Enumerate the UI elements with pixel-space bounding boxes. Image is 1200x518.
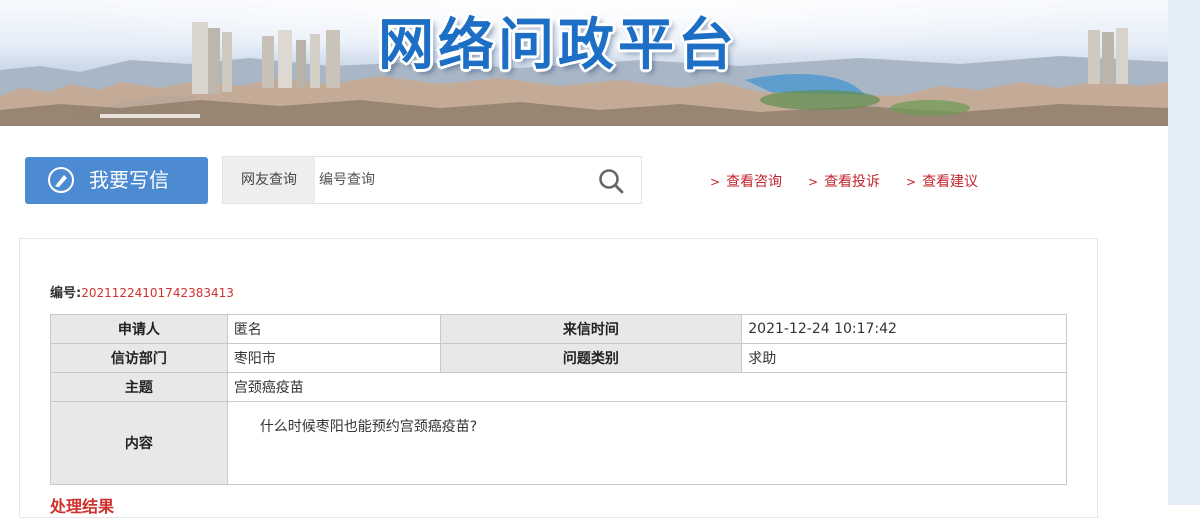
write-letter-button[interactable]: 我要写信 (25, 157, 208, 204)
content-value: 什么时候枣阳也能预约宫颈癌疫苗? (226, 401, 1068, 485)
issue-type-value: 求助 (741, 343, 1067, 373)
view-suggestions-label: 查看建议 (922, 174, 979, 190)
compass-pen-icon (48, 167, 74, 193)
letter-info-table: 申请人 匿名 来信时间 2021-12-24 10:17:42 信访部门 枣阳市… (50, 314, 1068, 485)
user-query-tab[interactable]: 网友查询 (223, 157, 315, 203)
header-banner: 网络问政平台 (0, 0, 1168, 126)
applicant-value: 匿名 (226, 314, 441, 344)
letter-time-label: 来信时间 (439, 314, 743, 344)
search-icon[interactable] (597, 167, 625, 195)
department-value: 枣阳市 (226, 343, 441, 373)
subject-value: 宫颈癌疫苗 (226, 372, 1068, 402)
result-section-title: 处理结果 (50, 497, 115, 516)
view-consultations-label: 查看咨询 (726, 174, 783, 190)
chevron-right-icon: > (906, 175, 917, 189)
subject-label: 主题 (50, 372, 228, 402)
view-suggestions-link[interactable]: > 查看建议 (906, 172, 978, 192)
table-row: 申请人 匿名 来信时间 2021-12-24 10:17:42 (50, 314, 1067, 344)
table-row: 内容 什么时候枣阳也能预约宫颈癌疫苗? (50, 401, 1068, 485)
letter-code-label: 编号: (50, 286, 82, 301)
issue-type-label: 问题类别 (439, 343, 743, 373)
banner-title: 网络问政平台 (378, 12, 738, 78)
view-complaints-label: 查看投诉 (824, 174, 881, 190)
letter-code-value: 20211224101742383413 (81, 286, 234, 300)
chevron-right-icon: > (710, 175, 721, 189)
department-label: 信访部门 (50, 343, 228, 373)
page-side-strip (1168, 0, 1200, 505)
write-letter-label: 我要写信 (89, 168, 169, 192)
letter-time-value: 2021-12-24 10:17:42 (741, 314, 1067, 344)
view-complaints-link[interactable]: > 查看投诉 (808, 172, 880, 192)
search-bar: 网友查询 (222, 156, 642, 204)
view-consultations-link[interactable]: > 查看咨询 (710, 172, 782, 192)
content-label: 内容 (50, 401, 228, 485)
chevron-right-icon: > (808, 175, 819, 189)
table-row: 信访部门 枣阳市 问题类别 求助 (50, 343, 1067, 373)
code-search-input[interactable] (319, 157, 579, 203)
table-row: 主题 宫颈癌疫苗 (50, 372, 1068, 402)
applicant-label: 申请人 (50, 314, 228, 344)
letter-code: 编号:20211224101742383413 (50, 284, 234, 303)
